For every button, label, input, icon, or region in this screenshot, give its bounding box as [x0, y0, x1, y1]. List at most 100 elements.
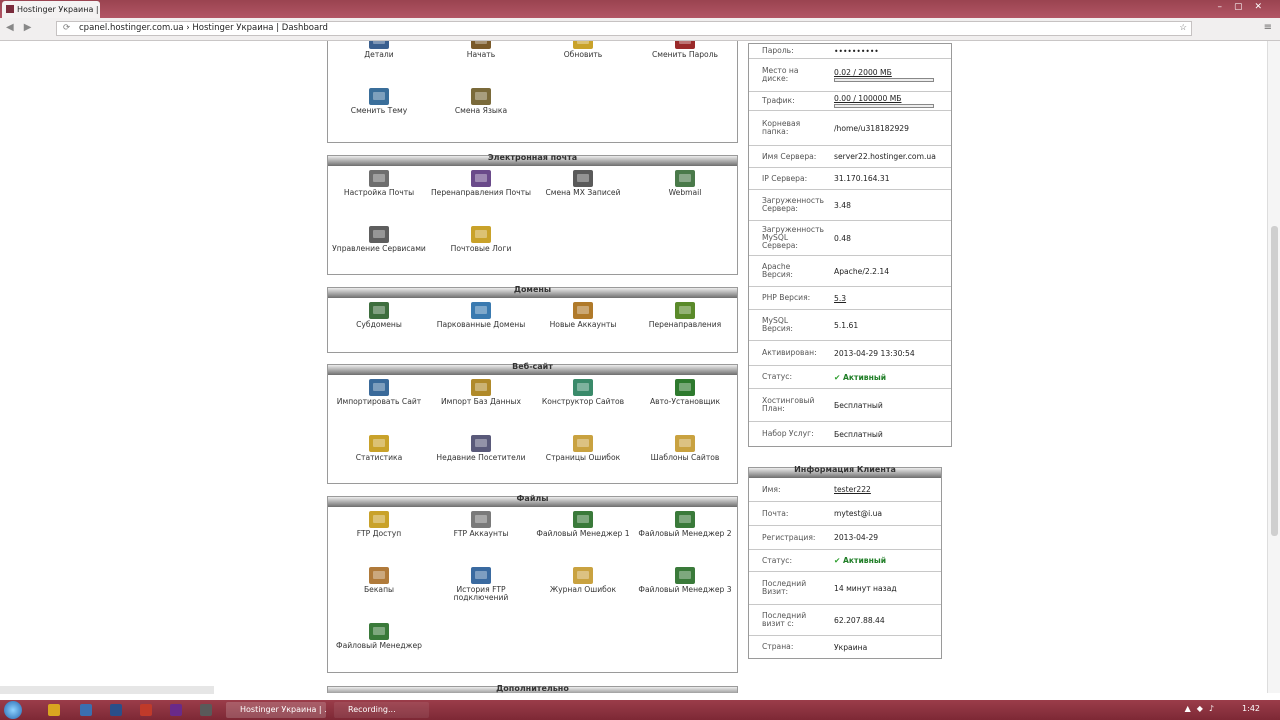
tool-icon	[573, 302, 593, 319]
browser-menu-icon[interactable]: ≡	[1264, 22, 1272, 33]
panel-item[interactable]: Файловый Менеджер 2	[634, 511, 736, 561]
panel-item[interactable]: Смена Языка	[430, 88, 532, 138]
panel-3: Веб-сайт Импортировать Сайт Импорт Баз Дан…	[327, 362, 738, 485]
usage-bar	[834, 104, 934, 108]
info-value-text[interactable]: tester222	[834, 485, 871, 494]
panel-item[interactable]: Файловый Менеджер	[328, 623, 430, 673]
quicklaunch-ie-icon[interactable]	[80, 704, 92, 716]
info-value-text[interactable]: 5.3	[834, 294, 846, 303]
info-row: Имя Сервера: server22.hostinger.com.ua	[749, 146, 951, 168]
panel-item[interactable]: Конструктор Сайтов	[532, 379, 634, 429]
panel-header: Веб-сайт	[328, 362, 737, 375]
browser-tab[interactable]: Hostinger Украина | D...	[2, 1, 100, 18]
taskbar-task-browser[interactable]: Hostinger Украина | ...	[226, 702, 326, 718]
quicklaunch-explorer-icon[interactable]	[48, 704, 60, 716]
tool-icon	[369, 302, 389, 319]
panel-item[interactable]: Бекапы	[328, 567, 430, 617]
panel-item[interactable]: Обновить	[532, 41, 634, 82]
panel-title: Дополнительно	[496, 684, 569, 693]
info-key: Имя Сервера:	[762, 151, 817, 161]
system-tray[interactable]: ▲◆♪	[1185, 704, 1220, 713]
panel-item[interactable]: Перенаправления	[634, 302, 736, 352]
panel-item[interactable]: Перенаправления Почты	[430, 170, 532, 220]
page-scrollbar[interactable]	[1267, 41, 1280, 693]
panel-item[interactable]: Паркованные Домены	[430, 302, 532, 352]
panel-item[interactable]: Файловый Менеджер 1	[532, 511, 634, 561]
info-row: Место на диске: 0.02 / 2000 МБ	[749, 59, 951, 92]
tool-icon	[573, 567, 593, 584]
panel-item-label: Недавние Посетители	[436, 453, 526, 462]
status-strip	[0, 686, 214, 694]
info-key: Пароль:	[762, 46, 794, 55]
quicklaunch-app-icon[interactable]	[170, 704, 182, 716]
panel-items-grid: FTP Доступ FTP Аккаунты Файловый Менеджер …	[328, 507, 737, 673]
panel-item[interactable]: Новые Аккаунты	[532, 302, 634, 352]
scrollbar-thumb[interactable]	[1271, 226, 1278, 536]
panel-item[interactable]: Статистика	[328, 435, 430, 485]
panel-item[interactable]: Почтовые Логи	[430, 226, 532, 276]
tool-icon	[675, 170, 695, 187]
omnibox[interactable]: ⟳ cpanel.hostinger.com.ua › Hostinger Ук…	[56, 21, 1192, 36]
panel-item[interactable]: Файловый Менеджер 3	[634, 567, 736, 617]
panel-item[interactable]: Управление Сервисами	[328, 226, 430, 276]
account-info-table: Пароль: •••••••••• Место на диске: 0.02 / 2…	[748, 43, 952, 447]
tool-icon	[369, 567, 389, 584]
tool-icon	[573, 435, 593, 452]
panel-item[interactable]: Сменить Пароль	[634, 41, 736, 82]
info-value-text: Украина	[834, 642, 868, 652]
tool-icon	[369, 170, 389, 187]
panel-item-label: Детали	[364, 50, 394, 59]
panel-item[interactable]: Авто-Установщик	[634, 379, 736, 429]
reload-icon[interactable]: ⟳	[63, 22, 70, 35]
panel-item-label: Перенаправления Почты	[430, 188, 532, 197]
panel-item[interactable]: Смена MX Записей	[532, 170, 634, 220]
quicklaunch-filezilla-icon[interactable]	[140, 704, 152, 716]
info-key: Статус:	[762, 555, 793, 565]
panel-item[interactable]: Сменить Тему	[328, 88, 430, 138]
info-key: Последний визит с:	[762, 611, 807, 628]
quicklaunch-settings-icon[interactable]	[200, 704, 212, 716]
window-controls[interactable]: –▢✕	[1217, 2, 1274, 12]
info-row: PHP Версия: 5.3	[749, 287, 951, 310]
panel-item[interactable]: Настройка Почты	[328, 170, 430, 220]
panel-item-label: Смена Языка	[454, 106, 508, 115]
panel-item[interactable]: Страницы Ошибок	[532, 435, 634, 485]
info-value: Активный	[821, 556, 941, 565]
panel-item[interactable]: Импорт Баз Данных	[430, 379, 532, 429]
panel-item[interactable]: FTP Аккаунты	[430, 511, 532, 561]
tool-icon	[471, 567, 491, 584]
info-row: Страна: Украина	[749, 636, 941, 658]
panel-item-label: Почтовые Логи	[450, 244, 512, 253]
info-row: Apache Версия: Apache/2.2.14	[749, 256, 951, 287]
info-key: Набор Услуг:	[762, 429, 814, 438]
tool-icon	[573, 170, 593, 187]
panel-item-label: Субдомены	[356, 320, 402, 329]
nav-buttons[interactable]: ◀▶	[6, 22, 41, 33]
panel-item-label: Авто-Установщик	[649, 397, 721, 406]
panel-item[interactable]: Шаблоны Сайтов	[634, 435, 736, 485]
panel-item[interactable]: Webmail	[634, 170, 736, 220]
info-key: Почта:	[762, 508, 789, 518]
panel-item[interactable]: Импортировать Сайт	[328, 379, 430, 429]
bookmark-star-icon[interactable]: ☆	[1179, 22, 1187, 35]
panel-0: Детали Начать Обновить Сменить Пароль Сменит…	[327, 41, 738, 143]
start-button[interactable]	[4, 701, 22, 719]
tool-icon	[369, 511, 389, 528]
panel-item[interactable]: FTP Доступ	[328, 511, 430, 561]
breadcrumb-separator: ›	[186, 23, 190, 33]
info-value: 31.170.164.31	[821, 174, 951, 183]
info-key: Apache Версия:	[762, 262, 793, 279]
panel-item[interactable]: Журнал Ошибок	[532, 567, 634, 617]
panel-item[interactable]: Детали	[328, 41, 430, 82]
info-row: Имя: tester222	[749, 478, 941, 502]
panel-item-label: Начать	[466, 50, 496, 59]
quicklaunch-word-icon[interactable]	[110, 704, 122, 716]
panel-item[interactable]: Недавние Посетители	[430, 435, 532, 485]
panel-item-label: Управление Сервисами	[332, 244, 426, 253]
panel-item[interactable]: Начать	[430, 41, 532, 82]
panel-item[interactable]: Субдомены	[328, 302, 430, 352]
info-value-text: Бесплатный	[834, 400, 883, 410]
panel-item[interactable]: История FTP подключений	[430, 567, 532, 617]
panel-item-label: Webmail	[668, 188, 702, 197]
taskbar-task-recording[interactable]: Recording...	[334, 702, 429, 718]
